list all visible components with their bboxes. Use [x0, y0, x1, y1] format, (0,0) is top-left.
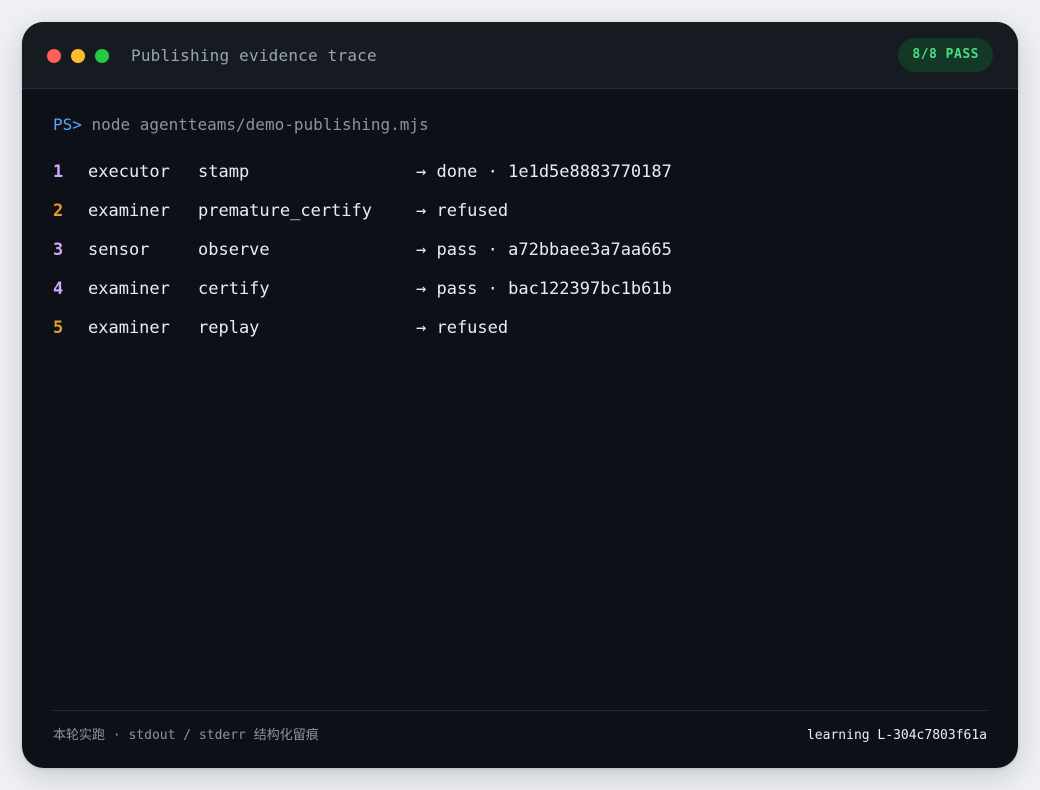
pass-status-badge: 8/8 PASS	[898, 38, 993, 72]
row-result: → refused	[416, 201, 509, 221]
row-result: → pass · a72bbaee3a7aa665	[416, 240, 672, 260]
footer-note: 本轮实跑 · stdout / stderr 结构化留痕	[53, 728, 319, 743]
row-step: premature_certify	[198, 201, 372, 221]
row-result: → pass · bac122397bc1b61b	[416, 279, 672, 299]
trace-row: 5 examiner replay → refused	[53, 316, 508, 340]
footer-divider	[53, 710, 987, 711]
trace-row: 1 executor stamp → done · 1e1d5e88837701…	[53, 160, 672, 184]
learning-id: learning L-304c7803f61a	[806, 728, 987, 743]
row-step: observe	[198, 240, 270, 260]
row-role: sensor	[88, 240, 150, 260]
terminal-window: Publishing evidence trace 8/8 PASS PS> n…	[22, 22, 1018, 768]
row-step: certify	[198, 279, 270, 299]
row-result: → done · 1e1d5e8883770187	[416, 162, 672, 182]
command-line: PS> node agentteams/demo-publishing.mjs	[53, 114, 429, 136]
row-step: stamp	[198, 162, 250, 182]
row-number: 3	[53, 240, 64, 260]
row-role: examiner	[88, 318, 170, 338]
row-role: executor	[88, 162, 170, 182]
row-step: replay	[198, 318, 260, 338]
row-number: 1	[53, 162, 64, 182]
row-number: 2	[53, 201, 64, 221]
command-text: node agentteams/demo-publishing.mjs	[91, 115, 429, 134]
trace-row: 4 examiner certify → pass · bac122397bc1…	[53, 277, 672, 301]
close-window-icon[interactable]	[47, 49, 61, 63]
row-role: examiner	[88, 279, 170, 299]
maximize-window-icon[interactable]	[95, 49, 109, 63]
title-bar: Publishing evidence trace 8/8 PASS	[22, 22, 1018, 89]
row-result: → refused	[416, 318, 509, 338]
row-role: examiner	[88, 201, 170, 221]
window-title: Publishing evidence trace	[131, 46, 377, 65]
row-number: 5	[53, 318, 64, 338]
shell-prompt: PS>	[53, 115, 82, 134]
trace-row: 3 sensor observe → pass · a72bbaee3a7aa6…	[53, 238, 672, 262]
minimize-window-icon[interactable]	[71, 49, 85, 63]
trace-row: 2 examiner premature_certify → refused	[53, 199, 508, 223]
row-number: 4	[53, 279, 64, 299]
